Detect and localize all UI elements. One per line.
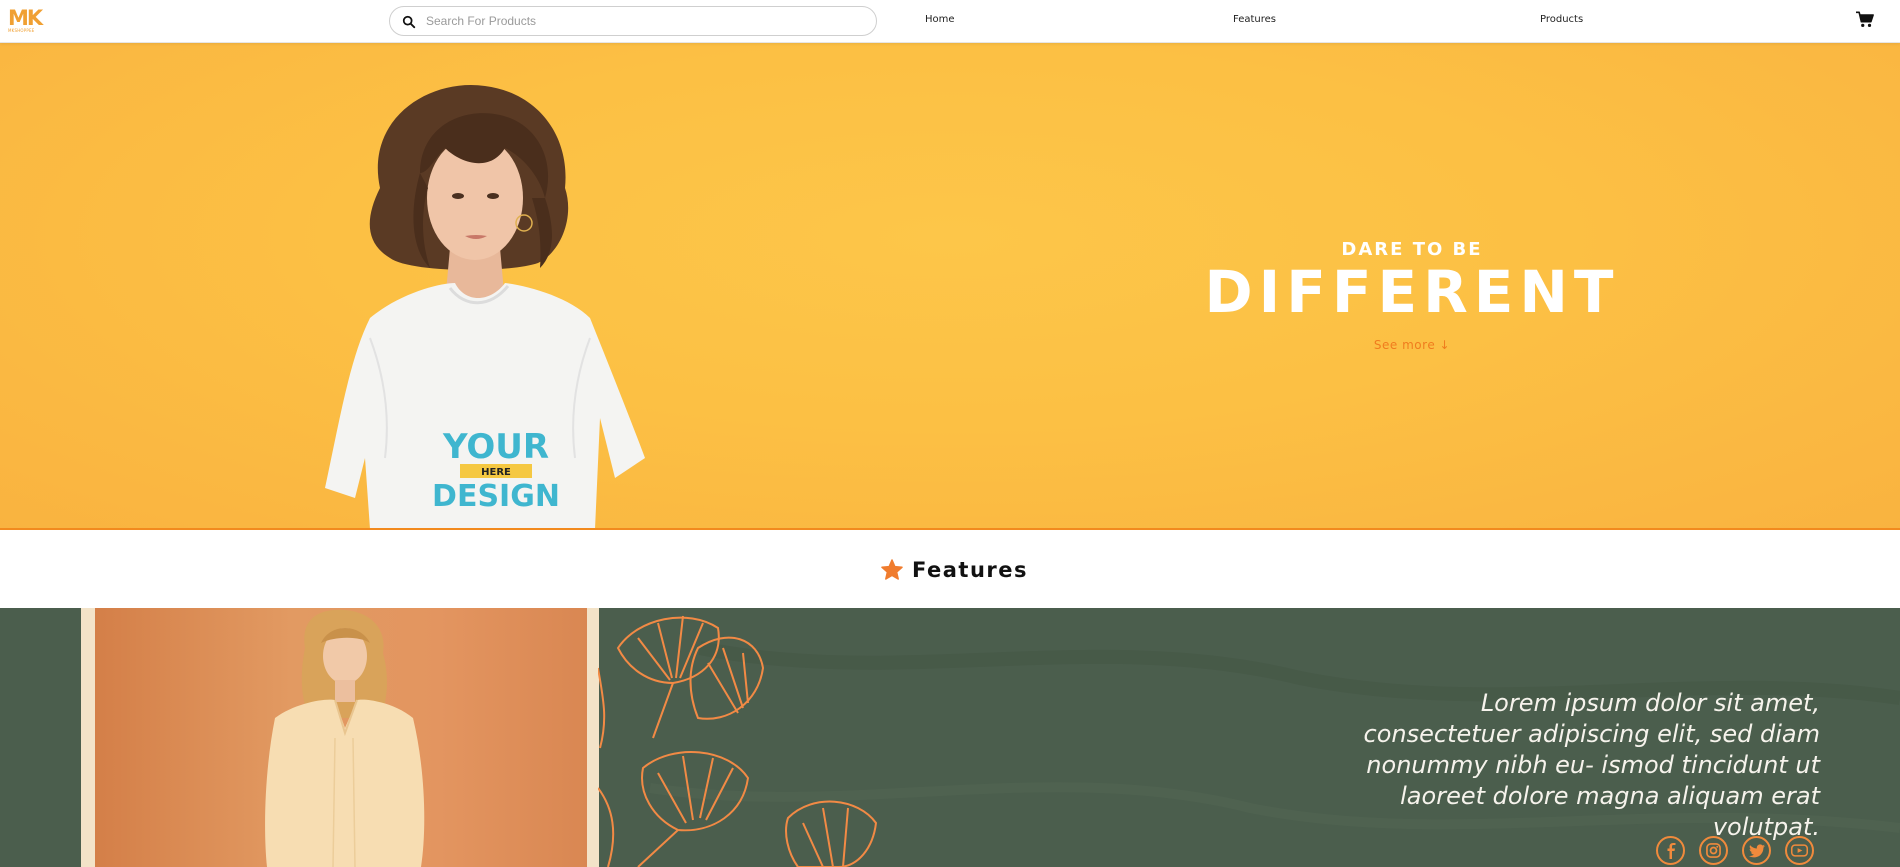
twitter-icon[interactable] [1742, 836, 1771, 865]
youtube-icon[interactable] [1785, 836, 1814, 865]
features-title: Features [912, 558, 1028, 582]
features-heading: Features [880, 558, 1028, 582]
feature-quote: Lorem ipsum dolor sit amet, consectetuer… [1363, 689, 1820, 841]
nav-link-features[interactable]: Features [1233, 14, 1276, 25]
cart-icon[interactable] [1856, 11, 1874, 28]
ginkgo-leaf-illustration [598, 615, 878, 867]
search-bar[interactable] [389, 6, 877, 36]
shirt-print-bottom: DESIGN [432, 479, 560, 514]
feature-photo [95, 608, 587, 867]
feature-section: Lorem ipsum dolor sit amet, consectetuer… [0, 608, 1900, 867]
nav-link-home[interactable]: Home [925, 14, 955, 25]
hero-banner: YOUR HERE DESIGN DARE TO BE DIFFERENT Se… [0, 43, 1900, 529]
hero-model-image: YOUR HERE DESIGN [325, 84, 645, 529]
search-icon[interactable] [402, 15, 416, 29]
hero-divider [0, 528, 1900, 530]
logo-mark: MK [8, 6, 43, 30]
social-links [1656, 836, 1814, 865]
facebook-icon[interactable] [1656, 836, 1685, 865]
hero-pretitle: DARE TO BE [1341, 239, 1483, 260]
instagram-icon[interactable] [1699, 836, 1728, 865]
nav-link-products[interactable]: Products [1540, 14, 1583, 25]
features-header: Features [0, 530, 1900, 608]
hero-title: DIFFERENT [1204, 258, 1620, 326]
star-icon [881, 559, 903, 580]
brand-logo[interactable]: MK MKSHOPPEE [8, 8, 46, 34]
search-input[interactable] [426, 11, 856, 31]
shirt-print-top: YOUR [442, 427, 549, 467]
navbar: MK MKSHOPPEE Home Features Products [0, 0, 1900, 43]
shirt-print-middle: HERE [481, 467, 511, 478]
hero-headline: DARE TO BE DIFFERENT See more ↓ [1150, 239, 1674, 354]
see-more-link[interactable]: See more ↓ [1374, 338, 1450, 352]
